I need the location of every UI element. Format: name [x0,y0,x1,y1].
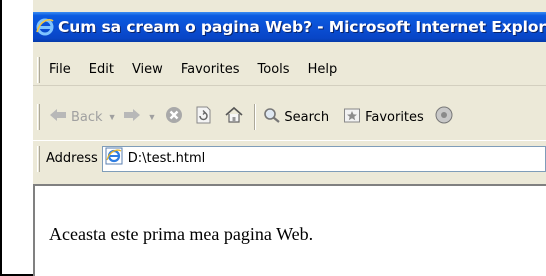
ie-logo-icon [36,17,54,37]
menu-file[interactable]: File [40,62,80,77]
stop-icon [164,105,184,129]
forward-button[interactable] [122,107,142,127]
search-button[interactable]: Search [262,106,329,128]
menu-edit[interactable]: Edit [80,62,123,77]
stop-button[interactable] [164,105,184,129]
address-input[interactable]: D:\test.html [101,145,546,172]
menu-favorites[interactable]: Favorites [172,62,249,77]
standard-toolbar: Back ▼ ▼ Search Favorites [33,97,546,137]
toolbar-grip[interactable] [37,104,40,130]
page-text: Aceasta este prima mea pagina Web. [49,224,314,244]
favorites-star-icon [343,106,361,128]
window-title: Cum sa cream o pagina Web? - Microsoft I… [58,18,546,36]
toolbar-separator [254,104,257,130]
back-label: Back [71,109,103,125]
refresh-button[interactable] [194,105,212,129]
menu-bar: File Edit View Favorites Tools Help [33,54,546,86]
home-button[interactable] [224,105,244,129]
browser-window: Cum sa cream o pagina Web? - Microsoft I… [33,0,546,276]
title-bar[interactable]: Cum sa cream o pagina Web? - Microsoft I… [33,12,546,42]
page-content[interactable]: Aceasta este prima mea pagina Web. [33,184,546,276]
media-button[interactable] [434,105,454,129]
address-label: Address [46,151,98,166]
menu-view[interactable]: View [123,62,172,77]
address-bar: Address D:\test.html [33,140,546,176]
media-icon [434,105,454,129]
favorites-button[interactable]: Favorites [343,106,424,128]
forward-dropdown-icon[interactable]: ▼ [147,112,156,122]
address-value: D:\test.html [127,151,206,166]
back-dropdown-icon[interactable]: ▼ [108,112,117,122]
address-grip[interactable] [37,145,40,172]
home-icon [224,105,244,129]
search-icon [262,106,282,128]
refresh-icon [194,105,212,129]
menu-help[interactable]: Help [299,62,347,77]
menu-tools[interactable]: Tools [249,62,299,77]
forward-arrow-icon [122,107,142,127]
favorites-label: Favorites [365,109,424,125]
back-button[interactable]: Back [48,107,103,127]
page-icon [105,147,123,170]
search-label: Search [284,109,330,125]
back-arrow-icon [48,107,68,127]
